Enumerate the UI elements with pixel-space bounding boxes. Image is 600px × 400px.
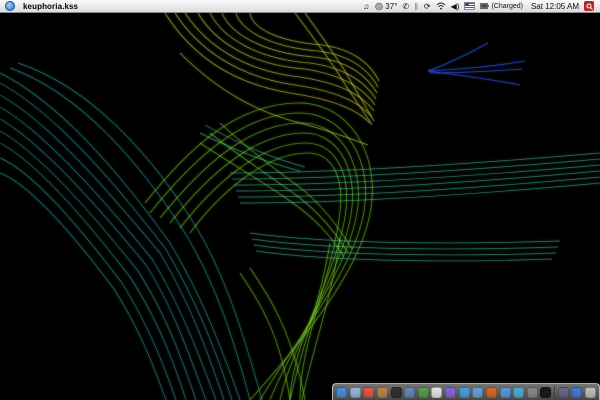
- terminal-icon[interactable]: [540, 386, 552, 398]
- music-icon[interactable]: ♫: [363, 1, 369, 12]
- gear-icon[interactable]: [526, 386, 538, 398]
- screensaver-artwork: [0, 13, 600, 400]
- blue-streak: [427, 42, 526, 86]
- iphoto-icon[interactable]: [513, 386, 525, 398]
- bluetooth-icon[interactable]: ᛒ: [414, 1, 419, 12]
- mail-icon[interactable]: [349, 386, 361, 398]
- menu-extras: ♫ 37° ✆ ᛒ ⟳ ◀) (Charged) Sat 12:05 AM: [363, 1, 600, 12]
- volume-icon[interactable]: ◀): [451, 1, 460, 12]
- wifi-icon[interactable]: [436, 1, 446, 12]
- dashboard-icon[interactable]: [390, 386, 402, 398]
- battery-icon: [480, 3, 490, 9]
- finder-icon[interactable]: [336, 386, 347, 398]
- calendar-icon[interactable]: [363, 386, 375, 398]
- weather-icon: [375, 2, 384, 10]
- dock-separator: [554, 386, 555, 398]
- x11-icon[interactable]: [431, 386, 443, 398]
- apple-menu-icon[interactable]: [5, 1, 15, 11]
- weather-temperature: 37°: [385, 1, 398, 11]
- battery-status: (Charged): [491, 2, 523, 10]
- menu-bar: keuphoria.kss ♫ 37° ✆ ᛒ ⟳ ◀) (Charged) S…: [0, 0, 600, 13]
- app-menu-title[interactable]: keuphoria.kss: [23, 2, 78, 11]
- trash-icon[interactable]: [584, 386, 596, 398]
- sync-icon[interactable]: ⟳: [424, 1, 431, 12]
- network-icon[interactable]: [472, 386, 484, 398]
- spotlight-icon[interactable]: [584, 1, 594, 11]
- chat-icon[interactable]: [417, 386, 429, 398]
- firefox-icon[interactable]: [485, 386, 497, 398]
- teal-sweep: [199, 124, 600, 262]
- itunes-icon[interactable]: [499, 386, 511, 398]
- preview-icon[interactable]: [404, 386, 416, 398]
- font-icon[interactable]: [445, 386, 456, 398]
- address-book-icon[interactable]: [376, 386, 388, 398]
- dock: [332, 383, 600, 400]
- menubar-clock[interactable]: Sat 12:05 AM: [531, 1, 579, 12]
- battery-indicator[interactable]: (Charged): [480, 1, 523, 12]
- weather-indicator[interactable]: 37°: [374, 1, 397, 12]
- documents-icon[interactable]: [571, 386, 583, 398]
- desktop-screen: keuphoria.kss ♫ 37° ✆ ᛒ ⟳ ◀) (Charged) S…: [0, 0, 600, 400]
- safari-icon[interactable]: [458, 386, 470, 398]
- phone-icon[interactable]: ✆: [402, 1, 409, 12]
- cyan-ribbon: [0, 62, 263, 400]
- system-prefs-icon[interactable]: [557, 386, 569, 398]
- input-menu-flag-icon[interactable]: [464, 1, 476, 12]
- yellow-ribbon: [164, 13, 380, 146]
